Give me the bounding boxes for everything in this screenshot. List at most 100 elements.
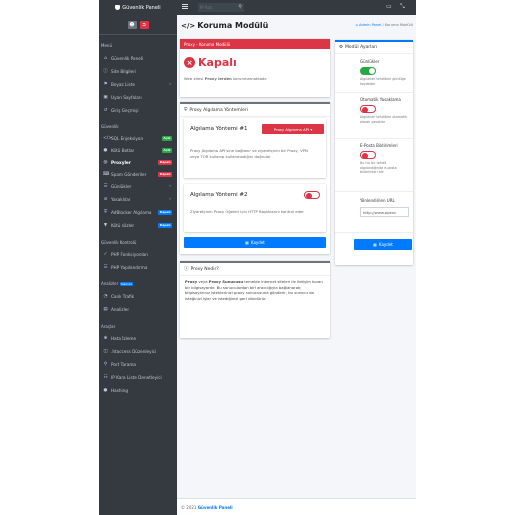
logout-icon[interactable]: ➲ bbox=[139, 20, 149, 29]
chart-icon: ▤ bbox=[103, 306, 108, 312]
times-circle-icon: × bbox=[184, 57, 195, 68]
footer-brand-link[interactable]: Güvenlik Paneli bbox=[198, 505, 233, 510]
sidebar-item-dashboard[interactable]: ⌂ Güvenlik Paneli bbox=[99, 53, 177, 63]
sidebar-item-banned[interactable]: ⊘ Yasaklılar › bbox=[99, 194, 177, 204]
settings-card: ⚙ Modül Ayarları Günlükler Algılanan teh… bbox=[335, 40, 413, 265]
info-icon: ⓘ bbox=[103, 69, 108, 74]
flag-icon: ⚑ bbox=[103, 81, 108, 87]
section-security-control: Güvenlik Kontrolü bbox=[101, 240, 137, 245]
sidebar-item-port-scan[interactable]: ⚲ Port Tarama bbox=[99, 359, 177, 369]
menu-toggle-icon[interactable] bbox=[182, 4, 188, 10]
breadcrumb-current: Koruma Modülü bbox=[384, 23, 413, 27]
globe-icon: ◎ bbox=[103, 159, 108, 165]
keyboard-icon: ⌨ bbox=[103, 171, 110, 177]
home-icon: ⌂ bbox=[104, 55, 107, 61]
soon-badge: Yakında bbox=[119, 282, 134, 286]
method1-card: Algılama Yöntemi #1 Proxy Algılama API ▾… bbox=[184, 118, 326, 178]
sidebar-item-php-config[interactable]: ☰ PHP Yapılandırma bbox=[99, 262, 177, 272]
brand-link[interactable]: Güvenlik Paneli bbox=[99, 0, 177, 15]
code-icon: </> bbox=[181, 21, 196, 30]
shield-icon: ⛨ bbox=[184, 108, 188, 113]
sidebar-item-bad-bots[interactable]: ● Kötü Botlar Açık bbox=[99, 145, 177, 155]
info-card-header: ⓘ Proxy Nedir? bbox=[180, 263, 330, 276]
monitor-icon[interactable]: ▭ bbox=[386, 3, 392, 10]
gauge-icon: ◔ bbox=[103, 293, 108, 299]
proxy-api-dropdown-button[interactable]: Proxy Algılama API ▾ bbox=[262, 124, 324, 134]
chevron-right-icon: › bbox=[169, 81, 171, 87]
sidebar-item-live-traffic[interactable]: ◔ Canlı Trafik bbox=[99, 291, 177, 301]
sidebar-item-php-functions[interactable]: ✓ PHP Fonksiyonları bbox=[99, 249, 177, 259]
search-icon: ⚲ bbox=[103, 361, 108, 367]
user-panel: ☻ ➲ bbox=[99, 15, 177, 35]
status-card: Proxy - Koruma Modülü × Kapalı Web sites… bbox=[180, 39, 330, 97]
code-icon: </> bbox=[103, 135, 113, 141]
sidebar-item-hashing[interactable]: ● Hashing bbox=[99, 385, 177, 395]
user-icon[interactable]: ☻ bbox=[127, 20, 137, 29]
settings-card-header: ⚙ Modül Ayarları bbox=[335, 42, 413, 54]
status-card-header: Proxy - Koruma Modülü bbox=[180, 39, 330, 49]
expand-icon[interactable]: ⤡ bbox=[400, 3, 405, 11]
method2-toggle[interactable] bbox=[304, 191, 320, 199]
email-toggle[interactable] bbox=[360, 151, 376, 159]
sidebar-item-htaccess[interactable]: ◫ .htaccess Düzenleyici bbox=[99, 346, 177, 356]
bug-icon: ❀ bbox=[103, 335, 108, 341]
brand-name: Güvenlik Paneli bbox=[122, 4, 161, 11]
app-frame: Güvenlik Paneli ⚲ ▭ ⤡ ☻ ➲ Menü ⌂Güvenlik… bbox=[99, 0, 416, 515]
method2-title: Algılama Yöntemi #2 bbox=[190, 192, 248, 198]
file-icon: ▣ bbox=[103, 94, 108, 100]
home-icon: ⌂ bbox=[355, 23, 358, 27]
check-icon: ✓ bbox=[103, 251, 108, 257]
caret-down-icon: ▾ bbox=[310, 126, 313, 132]
info-text: Proxy veya Proxy Sunucusu temelde intern… bbox=[185, 279, 323, 301]
status-badge: Kapalı bbox=[158, 209, 172, 215]
ban-icon: ⊘ bbox=[103, 196, 108, 202]
shield-icon bbox=[115, 5, 121, 10]
search-icon[interactable]: ⚲ bbox=[238, 4, 242, 10]
sidebar-item-adblocker[interactable]: ⛨ AdBlocker Algılama Kapalı bbox=[99, 207, 177, 217]
sidebar-item-site-info[interactable]: ⓘ Site Bilgileri bbox=[99, 66, 177, 76]
section-tools: Araçlar bbox=[101, 324, 116, 329]
method2-desc: Ziyaretçinin Proxy Öğeleri için HTTP Baş… bbox=[190, 209, 304, 214]
autoban-toggle[interactable] bbox=[360, 105, 376, 113]
top-navbar: Güvenlik Paneli ⚲ ▭ ⤡ bbox=[99, 0, 416, 15]
section-analytics: Analizler Yakında bbox=[101, 281, 134, 286]
sidebar-item-bad-words[interactable]: ▼ Kötü sözler Kapalı bbox=[99, 220, 177, 230]
breadcrumb: ⌂ Admin Panel / Koruma Modülü bbox=[355, 23, 413, 27]
robot-icon: ● bbox=[103, 147, 108, 153]
gears-icon: ⚙ bbox=[339, 45, 344, 50]
page-title: </> Koruma Modülü bbox=[181, 21, 269, 30]
sidebar-item-logs[interactable]: ☰ Günlükler › bbox=[99, 181, 177, 191]
section-menu: Menü bbox=[101, 43, 112, 48]
logs-setting: Günlükler Algılanan tehditleri günlüğe k… bbox=[335, 56, 413, 93]
sidebar-item-warning-pages[interactable]: ▣ Uyarı Sayfaları bbox=[99, 92, 177, 102]
search-input[interactable] bbox=[200, 4, 233, 11]
sidebar-item-spam[interactable]: ⌨ Spam Gönderiler Kapalı bbox=[99, 169, 177, 179]
save-icon: ▦ bbox=[245, 240, 249, 245]
logs-toggle[interactable] bbox=[360, 67, 376, 75]
redirect-url-input[interactable] bbox=[360, 207, 409, 217]
email-setting: E-Posta Bildirimleri Bu tür bir tehdit a… bbox=[335, 140, 413, 192]
detection-card-header: ⛨ Proxy Algılama Yöntemleri bbox=[180, 104, 330, 117]
save-button[interactable]: ▦ Kaydet bbox=[184, 237, 326, 248]
lock-icon: ● bbox=[103, 387, 108, 393]
list-icon: ☰ bbox=[103, 183, 108, 189]
save-icon: ▦ bbox=[373, 242, 377, 247]
status-badge: Kapalı bbox=[158, 159, 172, 165]
status-badge: Kapalı bbox=[158, 222, 172, 228]
sidebar-item-whitelist[interactable]: ⚑ Beyaz Liste › bbox=[99, 79, 177, 89]
status-badge: Açık bbox=[161, 147, 172, 153]
sidebar-item-error-monitoring[interactable]: ❀ Hata İzleme bbox=[99, 333, 177, 343]
sidebar-item-analytics[interactable]: ▤ Analizler bbox=[99, 304, 177, 314]
breadcrumb-home[interactable]: ⌂ Admin Panel bbox=[356, 23, 382, 27]
status-desc: Web sitesi Proxy lerden korunmamaktadır bbox=[184, 76, 267, 81]
search-form: ⚲ bbox=[198, 3, 244, 12]
sidebar-item-login-history[interactable]: ↺ Giriş Geçmişi bbox=[99, 105, 177, 115]
sidebar-item-proxies[interactable]: ◎ Proxyler Kapalı bbox=[99, 157, 177, 167]
autoban-setting: Otomatik Yasaklama Algılanan tehditleri … bbox=[335, 94, 413, 139]
settings-save-button[interactable]: ▦ Kaydet bbox=[354, 239, 412, 250]
method1-title: Algılama Yöntemi #1 bbox=[190, 126, 248, 132]
history-icon: ↺ bbox=[103, 107, 108, 113]
sidebar-item-ip-blacklist[interactable]: ☷ IP Kara Liste Denetleyici bbox=[99, 372, 177, 382]
sidebar-item-sql-injection[interactable]: </> SQL Enjeksiyon Açık bbox=[99, 133, 177, 143]
detection-card: ⛨ Proxy Algılama Yöntemleri Algılama Yön… bbox=[180, 102, 330, 254]
